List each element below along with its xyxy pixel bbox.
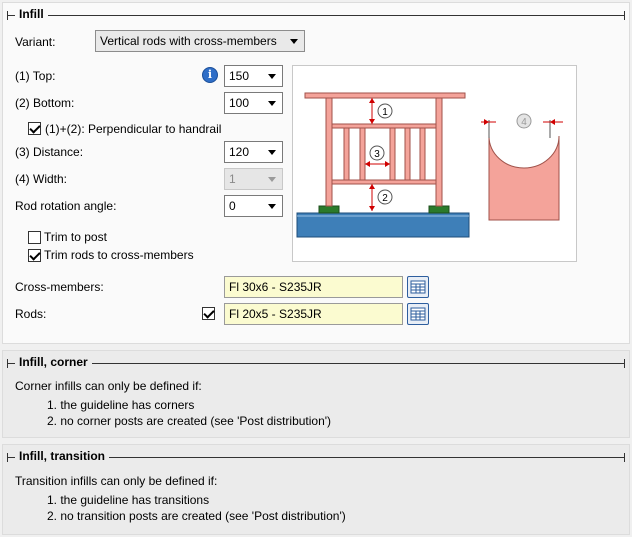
- rod-section: [488, 135, 560, 221]
- rods-field[interactable]: Fl 20x5 - S235JR: [224, 303, 403, 325]
- cross-members-value: Fl 30x6 - S235JR: [229, 280, 322, 294]
- cross-members-catalog-button[interactable]: [407, 276, 429, 298]
- concrete-slab: [296, 212, 470, 238]
- width-combo: 1: [224, 168, 283, 190]
- rotation-combo[interactable]: 0: [224, 195, 283, 217]
- infill-corner-panel: Infill, corner Corner infills can only b…: [2, 350, 630, 438]
- chevron-down-icon: [268, 150, 276, 155]
- transition-intro: Transition infills can only be defined i…: [15, 474, 218, 488]
- info-icon[interactable]: i: [202, 67, 218, 83]
- base-plate-right: [428, 205, 450, 214]
- rotation-label: Rod rotation angle:: [15, 199, 117, 213]
- rod: [343, 127, 350, 181]
- rod: [404, 127, 411, 181]
- cross-member-top: [331, 123, 437, 129]
- svg-text:1: 1: [382, 107, 388, 118]
- rod: [389, 127, 396, 181]
- distance-label: (3) Distance:: [15, 145, 84, 159]
- bottom-value: 100: [229, 96, 250, 110]
- distance-combo[interactable]: 120: [224, 141, 283, 163]
- cross-members-label: Cross-members:: [15, 280, 104, 294]
- transition-item-2: 2. no transition posts are created (see …: [47, 509, 346, 523]
- chevron-down-icon: [268, 74, 276, 79]
- transition-item-1: 1. the guideline has transitions: [47, 493, 210, 507]
- svg-text:4: 4: [521, 117, 527, 128]
- infill-diagram-svg: 1 3 2 4: [296, 92, 563, 238]
- trim-post-checkbox[interactable]: [28, 231, 41, 244]
- width-value: 1: [229, 172, 236, 186]
- profile-catalog-icon: [410, 280, 426, 294]
- chevron-down-icon: [268, 177, 276, 182]
- top-value: 150: [229, 69, 250, 83]
- handrail: [304, 92, 466, 99]
- rods-catalog-button[interactable]: [407, 303, 429, 325]
- rods-checkbox[interactable]: [202, 307, 215, 320]
- trim-post-label: Trim to post: [44, 230, 107, 244]
- infill-diagram: 1 3 2 4: [292, 65, 577, 262]
- perpendicular-checkbox[interactable]: [28, 122, 41, 135]
- post-left: [325, 97, 333, 207]
- infill-section-header: Infill: [7, 7, 625, 23]
- rotation-value: 0: [229, 199, 236, 213]
- chevron-down-icon: [290, 39, 298, 44]
- bottom-combo[interactable]: 100: [224, 92, 283, 114]
- variant-dropdown[interactable]: Vertical rods with cross-members: [95, 30, 305, 52]
- cross-members-field[interactable]: Fl 30x6 - S235JR: [224, 276, 403, 298]
- corner-section-title: Infill, corner: [15, 355, 92, 369]
- svg-text:2: 2: [382, 193, 388, 204]
- bottom-label: (2) Bottom:: [15, 96, 75, 110]
- chevron-down-icon: [268, 101, 276, 106]
- infill-transition-panel: Infill, transition Transition infills ca…: [2, 444, 630, 535]
- infill-section-title: Infill: [15, 7, 48, 21]
- distance-value: 120: [229, 145, 250, 159]
- rods-label: Rods:: [15, 307, 47, 321]
- trim-rods-label: Trim rods to cross-members: [44, 248, 194, 262]
- perpendicular-label: (1)+(2): Perpendicular to handrail: [45, 122, 222, 136]
- variant-label: Variant:: [15, 35, 56, 49]
- top-label: (1) Top:: [15, 69, 56, 83]
- width-label: (4) Width:: [15, 172, 68, 186]
- svg-text:3: 3: [374, 149, 380, 160]
- chevron-down-icon: [268, 204, 276, 209]
- corner-item-1: 1. the guideline has corners: [47, 398, 195, 412]
- trim-rods-checkbox[interactable]: [28, 249, 41, 262]
- rod: [419, 127, 426, 181]
- corner-item-2: 2. no corner posts are created (see 'Pos…: [47, 414, 332, 428]
- corner-section-header: Infill, corner: [7, 355, 625, 371]
- rod: [359, 127, 366, 181]
- transition-section-title: Infill, transition: [15, 449, 109, 463]
- top-combo[interactable]: 150: [224, 65, 283, 87]
- profile-catalog-icon: [410, 307, 426, 321]
- rods-value: Fl 20x5 - S235JR: [229, 307, 322, 321]
- post-right: [435, 97, 443, 207]
- corner-intro: Corner infills can only be defined if:: [15, 379, 202, 393]
- cross-member-bottom: [331, 179, 437, 185]
- transition-section-header: Infill, transition: [7, 449, 625, 465]
- variant-value: Vertical rods with cross-members: [100, 34, 277, 48]
- base-plate-left: [318, 205, 340, 214]
